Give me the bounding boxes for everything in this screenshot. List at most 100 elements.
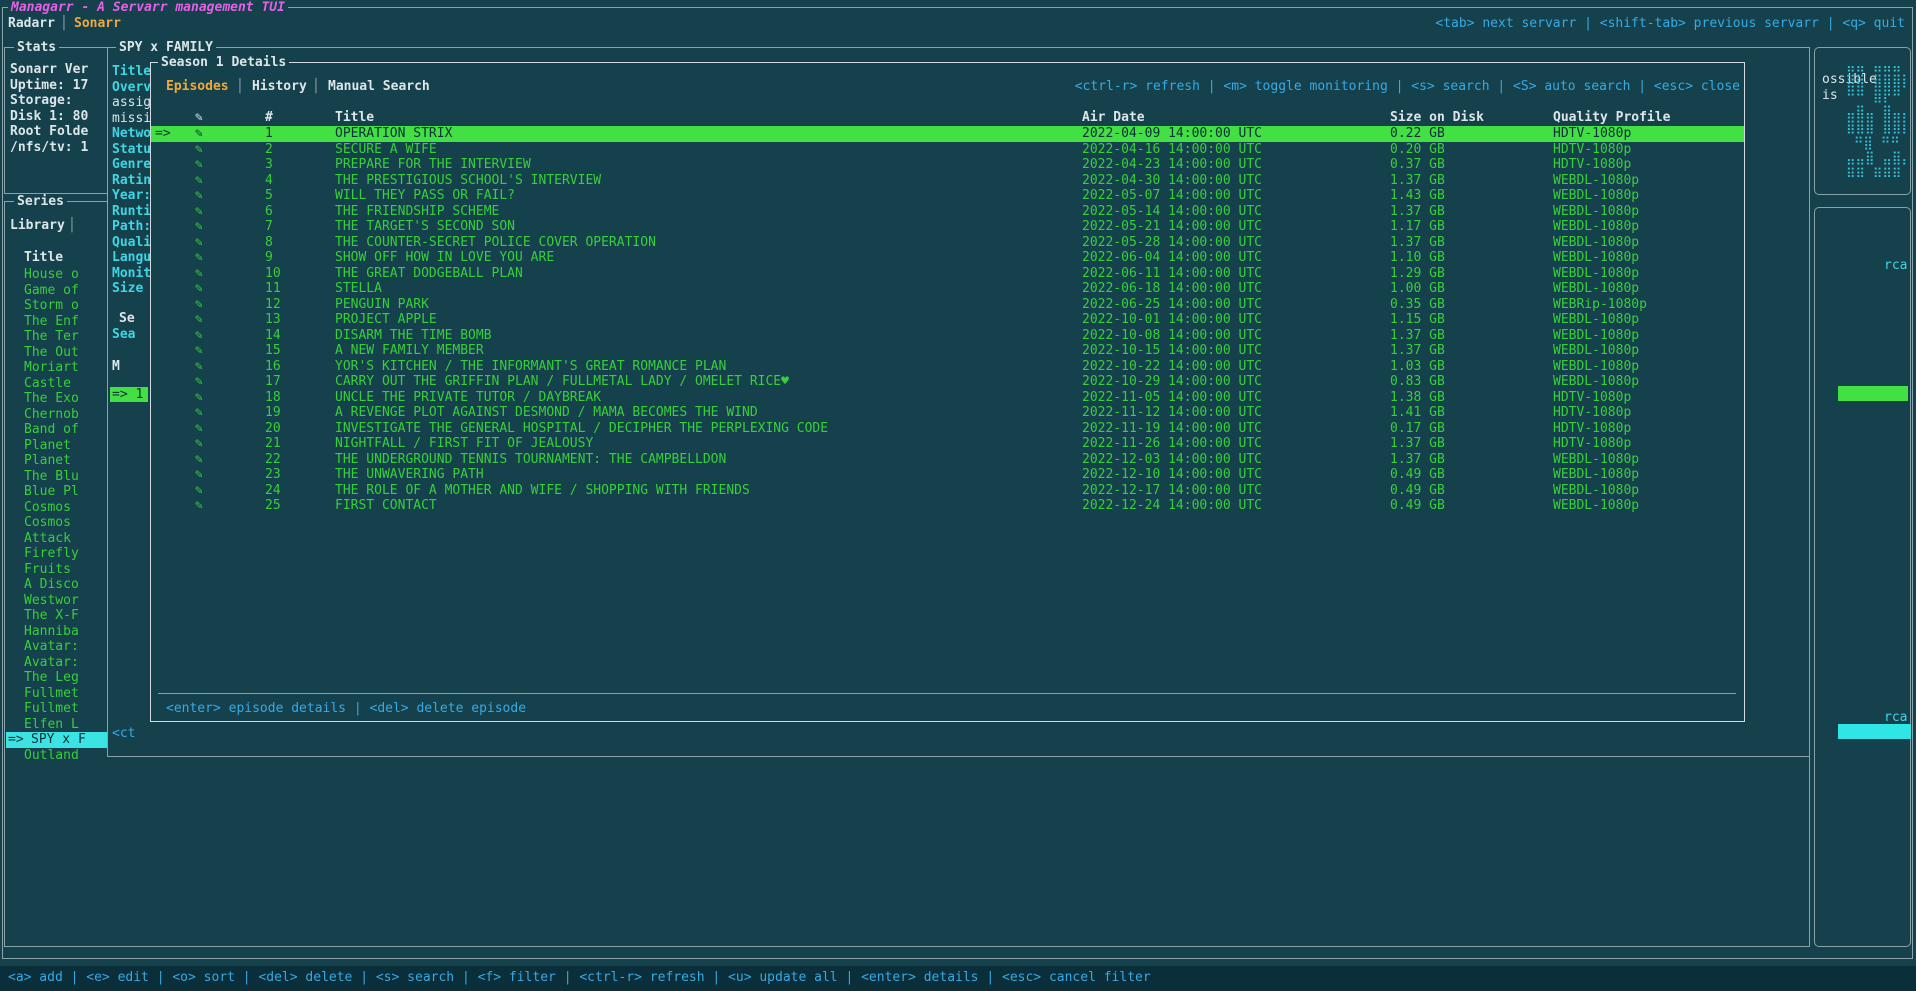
episode-row[interactable]: ✎20INVESTIGATE THE GENERAL HOSPITAL / DE… — [151, 421, 1744, 437]
series-field-fragment: Langu — [112, 250, 151, 266]
episode-row[interactable]: ✎14DISARM THE TIME BOMB2022-10-08 14:00:… — [151, 328, 1744, 344]
series-list-item[interactable]: Moriart — [24, 360, 106, 376]
episode-row[interactable]: ✎8THE COUNTER-SECRET POLICE COVER OPERAT… — [151, 235, 1744, 251]
series-list-item-label: SPY x F — [31, 732, 86, 748]
episode-row[interactable]: ✎16YOR'S KITCHEN / THE INFORMANT'S GREAT… — [151, 359, 1744, 375]
series-list-item[interactable]: Hanniba — [24, 624, 106, 640]
monitor-icon: ✎ — [195, 173, 203, 189]
tab-manual-search[interactable]: Manual Search — [328, 79, 430, 95]
episode-size: 1.38 GB — [1390, 390, 1445, 406]
series-list-item[interactable]: Planet — [24, 453, 106, 469]
series-list-item[interactable]: Fullmet — [24, 686, 106, 702]
series-list-item[interactable]: Storm o — [24, 298, 106, 314]
seasons-selected-row-fragment[interactable]: => 1 — [110, 387, 148, 402]
monitor-icon: ✎ — [195, 405, 203, 421]
tab-radarr[interactable]: Radarr — [8, 16, 55, 32]
episode-air-date: 2022-12-24 14:00:00 UTC — [1082, 498, 1262, 514]
series-list-item[interactable]: Castle — [24, 376, 106, 392]
episode-air-date: 2022-10-08 14:00:00 UTC — [1082, 328, 1262, 344]
tab-history[interactable]: History — [252, 79, 307, 95]
episode-number: 11 — [265, 281, 281, 297]
episode-title: PENGUIN PARK — [335, 297, 429, 313]
series-list-item[interactable]: Firefly — [24, 546, 106, 562]
series-list-item[interactable]: Blue Pl — [24, 484, 106, 500]
series-list-item[interactable]: The Blu — [24, 469, 106, 485]
episode-row[interactable]: ✎2SECURE A WIFE2022-04-16 14:00:00 UTC0.… — [151, 142, 1744, 158]
monitor-icon: ✎ — [195, 483, 203, 499]
series-list-item[interactable]: The Ter — [24, 329, 106, 345]
series-field-fragment: Size — [112, 281, 143, 297]
episode-row[interactable]: ✎21NIGHTFALL / FIRST FIT OF JEALOUSY2022… — [151, 436, 1744, 452]
episode-air-date: 2022-10-29 14:00:00 UTC — [1082, 374, 1262, 390]
episode-row[interactable]: ✎22THE UNDERGROUND TENNIS TOURNAMENT: TH… — [151, 452, 1744, 468]
series-list-item[interactable]: The Leg — [24, 670, 106, 686]
series-list-item[interactable]: Cosmos — [24, 500, 106, 516]
series-list-item[interactable]: Fruits — [24, 562, 106, 578]
episode-row[interactable]: ✎3PREPARE FOR THE INTERVIEW2022-04-23 14… — [151, 157, 1744, 173]
episode-title: NIGHTFALL / FIRST FIT OF JEALOUSY — [335, 436, 593, 452]
episode-row[interactable]: =>✎1OPERATION STRIX2022-04-09 14:00:00 U… — [151, 126, 1744, 142]
episode-row[interactable]: ✎17CARRY OUT THE GRIFFIN PLAN / FULLMETA… — [151, 374, 1744, 390]
monitor-icon: ✎ — [195, 142, 203, 158]
episode-row[interactable]: ✎18UNCLE THE PRIVATE TUTOR / DAYBREAK202… — [151, 390, 1744, 406]
monitor-icon: ✎ — [195, 390, 203, 406]
series-list-item[interactable]: House o — [24, 267, 106, 283]
episode-row[interactable]: ✎6THE FRIENDSHIP SCHEME2022-05-14 14:00:… — [151, 204, 1744, 220]
episode-row[interactable]: ✎13PROJECT APPLE2022-10-01 14:00:00 UTC1… — [151, 312, 1744, 328]
monitor-icon: ✎ — [195, 498, 203, 514]
braille-logo-line: ⠛⣿ ⠛⠛ — [1846, 136, 1908, 152]
series-tab-separator: │ — [68, 218, 76, 234]
episode-row[interactable]: ✎25FIRST CONTACT2022-12-24 14:00:00 UTC0… — [151, 498, 1744, 514]
episode-quality: WEBDL-1080p — [1553, 328, 1639, 344]
episode-air-date: 2022-10-15 14:00:00 UTC — [1082, 343, 1262, 359]
series-list-item-selected[interactable]: =>SPY x F — [6, 732, 107, 748]
series-list-item[interactable]: Avatar: — [24, 639, 106, 655]
series-list-item[interactable]: Fullmet — [24, 701, 106, 717]
episode-size: 0.22 GB — [1390, 126, 1445, 142]
episode-size: 0.17 GB — [1390, 421, 1445, 437]
series-tab-library[interactable]: Library — [10, 218, 65, 234]
episode-row[interactable]: ✎7THE TARGET'S SECOND SON2022-05-21 14:0… — [151, 219, 1744, 235]
episode-row[interactable]: ✎9SHOW OFF HOW IN LOVE YOU ARE2022-06-04… — [151, 250, 1744, 266]
episode-row[interactable]: ✎12PENGUIN PARK2022-06-25 14:00:00 UTC0.… — [151, 297, 1744, 313]
series-list-item[interactable]: Chernob — [24, 407, 106, 423]
monitor-icon: ✎ — [195, 188, 203, 204]
series-list-item[interactable]: Planet — [24, 438, 106, 454]
series-list-item[interactable]: Avatar: — [24, 655, 106, 671]
series-list-item[interactable]: The Enf — [24, 314, 106, 330]
episode-number: 10 — [265, 266, 281, 282]
episode-row[interactable]: ✎11STELLA2022-06-18 14:00:00 UTC1.00 GBW… — [151, 281, 1744, 297]
episode-row[interactable]: ✎5WILL THEY PASS OR FAIL?2022-05-07 14:0… — [151, 188, 1744, 204]
series-list-item[interactable]: A Disco — [24, 577, 106, 593]
series-list-item[interactable]: Westwor — [24, 593, 106, 609]
episode-row[interactable]: ✎24THE ROLE OF A MOTHER AND WIFE / SHOPP… — [151, 483, 1744, 499]
episode-row[interactable]: ✎4THE PRESTIGIOUS SCHOOL'S INTERVIEW2022… — [151, 173, 1744, 189]
episode-row[interactable]: ✎19A REVENGE PLOT AGAINST DESMOND / MAMA… — [151, 405, 1744, 421]
episode-number: 4 — [265, 173, 273, 189]
episode-number: 25 — [265, 498, 281, 514]
episode-number: 21 — [265, 436, 281, 452]
series-list-item[interactable]: Outland — [24, 748, 106, 764]
text-fragment-rca-1: rca — [1884, 258, 1907, 274]
tab-episodes[interactable]: Episodes — [166, 79, 229, 95]
column-header-title: Title — [335, 110, 374, 126]
series-list-item[interactable]: Band of — [24, 422, 106, 438]
stats-line: /nfs/tv: 1 — [10, 140, 88, 156]
episode-quality: WEBDL-1080p — [1553, 498, 1639, 514]
series-list-item[interactable]: The Out — [24, 345, 106, 361]
series-list-item[interactable]: Game of — [24, 283, 106, 299]
braille-logo-line: ⣿⣿ ⣿⣿⣿⡇ — [1846, 74, 1911, 90]
episode-size: 1.00 GB — [1390, 281, 1445, 297]
episode-number: 7 — [265, 219, 273, 235]
series-list-item[interactable]: Elfen L — [24, 717, 106, 733]
series-list-item[interactable]: The X-F — [24, 608, 106, 624]
episode-row[interactable]: ✎10THE GREAT DODGEBALL PLAN2022-06-11 14… — [151, 266, 1744, 282]
tab-sonarr[interactable]: Sonarr — [74, 16, 121, 32]
episode-row[interactable]: ✎23THE UNWAVERING PATH2022-12-10 14:00:0… — [151, 467, 1744, 483]
episode-size: 1.10 GB — [1390, 250, 1445, 266]
episode-size: 1.37 GB — [1390, 204, 1445, 220]
series-list-item[interactable]: Cosmos — [24, 515, 106, 531]
series-list-item[interactable]: The Exo — [24, 391, 106, 407]
series-list-item[interactable]: Attack — [24, 531, 106, 547]
episode-row[interactable]: ✎15A NEW FAMILY MEMBER2022-10-15 14:00:0… — [151, 343, 1744, 359]
